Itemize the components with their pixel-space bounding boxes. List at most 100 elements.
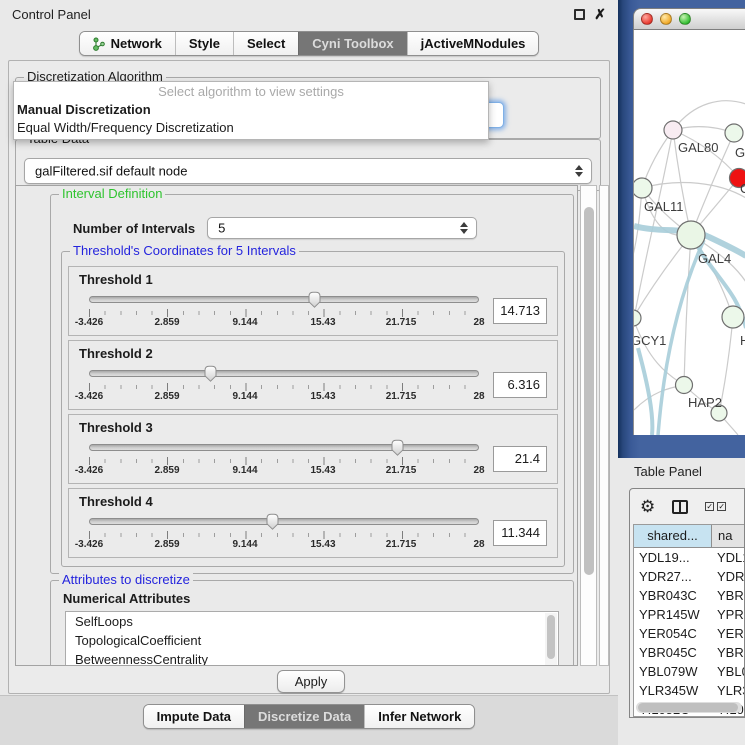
tab-style[interactable]: Style [175,32,233,55]
group-title: Attributes to discretize [59,573,193,587]
tab-select[interactable]: Select [233,32,298,55]
tab-label: Discretize Data [258,709,351,724]
tab-jactivemnodules[interactable]: jActiveMNodules [407,32,539,55]
scale-label: 21.715 [386,391,417,402]
table-window: ⚙ ✓✓ shared... na YDL19...YDL1YDR27...YD… [629,488,745,718]
table-row[interactable]: YBL079WYBL0 [634,662,744,681]
close-traffic-light-icon[interactable] [641,13,653,25]
cell-name: YDL1 [712,548,744,567]
scale-label: 2.859 [154,465,179,476]
group-title: Threshold's Coordinates for 5 Intervals [70,244,299,258]
numerical-attributes-list[interactable]: SelfLoopsTopologicalCoefficientBetweenne… [65,611,559,666]
node-gal4 [677,221,705,249]
number-of-intervals-combobox[interactable]: 5 [207,217,477,239]
list-item[interactable]: SelfLoops [66,612,558,631]
table-panel: Table Panel ⚙ ✓✓ shared... na YDL19...YD… [618,458,745,745]
apply-button[interactable]: Apply [277,670,345,693]
node-top-right [725,124,743,142]
slider-track[interactable] [89,518,479,525]
scale-label: 9.144 [232,539,257,550]
tab-network[interactable]: Network [80,32,175,55]
column-header-shared-name[interactable]: shared... [634,525,712,547]
horizontal-scrollbar[interactable] [636,702,742,713]
node-label: H [740,333,745,348]
threshold-value-field[interactable]: 14.713 [493,298,547,324]
tab-label: Impute Data [157,709,231,724]
close-icon[interactable]: ✗ [594,7,606,21]
threshold-slider[interactable] [89,291,479,308]
scale-label: 9.144 [232,465,257,476]
scale-label: 2.859 [154,539,179,550]
scale-label: 9.144 [232,317,257,328]
slider-thumb[interactable] [264,513,281,530]
bottom-tab-bar: Impute Data Discretize Data Infer Network [0,695,618,745]
threshold-block-3: Threshold 3 -3.4262.8599.14415.4 [68,414,558,484]
scale-label: 21.715 [386,317,417,328]
scale-label: 21.715 [386,465,417,476]
select-columns-icon[interactable]: ✓✓ [705,502,726,511]
minimize-traffic-light-icon[interactable] [660,13,672,25]
table-row[interactable]: YBR045CYBR0 [634,643,744,662]
combo-value: 5 [218,221,225,236]
slider-thumb[interactable] [202,365,219,382]
threshold-slider[interactable] [89,439,479,456]
stepper-arrows-icon [460,222,468,234]
stepper-arrows-icon [575,165,583,177]
dropdown-placeholder: Select algorithm to view settings [14,83,488,101]
threshold-slider[interactable] [89,513,479,530]
table-row[interactable]: YBR043CYBR0 [634,586,744,605]
threshold-block-2: Threshold 2 -3.4262.8599.14415.4 [68,340,558,410]
scale-label: 15.43 [310,317,335,328]
control-panel-titlebar: Control Panel ✗ [0,0,618,28]
scale-label: 28 [473,465,484,476]
table-row[interactable]: YDL19...YDL1 [634,548,744,567]
split-columns-icon[interactable] [672,500,688,514]
threshold-value-field[interactable]: 21.4 [493,446,547,472]
slider-track[interactable] [89,444,479,451]
threshold-coordinates-group: Threshold's Coordinates for 5 Intervals … [61,251,565,567]
cell-name: YDR2 [712,567,744,586]
tab-cyni-toolbox[interactable]: Cyni Toolbox [298,32,406,55]
slider-thumb[interactable] [389,439,406,456]
cell-name: YER0 [712,624,744,643]
table-row[interactable]: YLR345WYLR3 [634,681,744,700]
table-data-combobox[interactable]: galFiltered.sif default node [24,158,592,184]
column-header-name[interactable]: na [712,525,744,547]
threshold-label: Threshold 4 [79,494,547,509]
threshold-block-1: Threshold 1 -3.4262.8599.14415.4 [68,266,558,336]
outer-vertical-scrollbar[interactable] [599,185,609,666]
bottom-tab-discretize-data[interactable]: Discretize Data [244,705,364,728]
slider-thumb[interactable] [306,291,323,308]
threshold-value-field[interactable]: 6.316 [493,372,547,398]
gear-icon[interactable]: ⚙ [640,498,655,515]
float-window-icon[interactable] [574,9,585,20]
bottom-tab-impute-data[interactable]: Impute Data [144,705,244,728]
dropdown-option-manual[interactable]: Manual Discretization [14,101,488,119]
scale-label: 15.43 [310,539,335,550]
threshold-value-field[interactable]: 11.344 [493,520,547,546]
settings-scroll-viewport: Interval Definition Number of Intervals … [15,185,578,666]
tab-label: Select [247,36,285,51]
bottom-tab-infer-network[interactable]: Infer Network [364,705,474,728]
node-label: C [740,181,745,196]
cell-name: YLR3 [712,681,744,700]
cell-name: YBR0 [712,586,744,605]
threshold-slider[interactable] [89,365,479,382]
list-item[interactable]: BetweennessCentrality [66,650,558,666]
zoom-traffic-light-icon[interactable] [679,13,691,25]
attributes-to-discretize-group: Attributes to discretize Numerical Attri… [50,580,574,666]
slider-track[interactable] [89,370,479,377]
dropdown-option-equal-width[interactable]: Equal Width/Frequency Discretization [14,119,488,137]
network-window-titlebar[interactable] [633,8,745,30]
list-scrollbar[interactable] [545,613,557,666]
list-item[interactable]: TopologicalCoefficient [66,631,558,650]
slider-scale: -3.4262.8599.14415.4321.71528 [89,317,479,330]
scale-label: 2.859 [154,391,179,402]
table-row[interactable]: YDR27...YDR2 [634,567,744,586]
table-row[interactable]: YER054CYER0 [634,624,744,643]
table-row[interactable]: YPR145WYPR1 [634,605,744,624]
network-canvas[interactable]: GAL80 GA C GAL11 GAL4 GCY1 H HAP2 [633,30,745,435]
vertical-scrollbar[interactable] [580,185,597,666]
slider-track[interactable] [89,296,479,303]
slider-ticks [89,531,479,539]
